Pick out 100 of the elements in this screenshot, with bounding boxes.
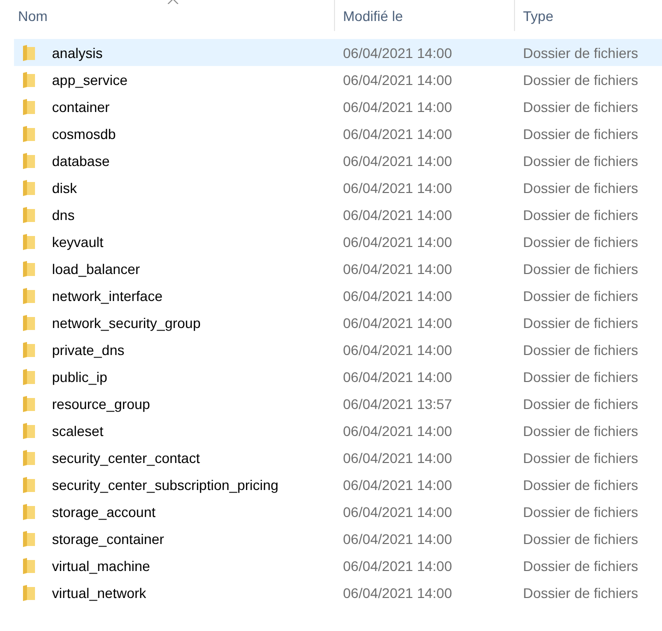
file-name: security_center_contact bbox=[52, 450, 200, 466]
file-row[interactable]: dns 06/04/2021 14:00 Dossier de fichiers bbox=[14, 201, 662, 228]
file-type: Dossier de fichiers bbox=[523, 234, 638, 250]
file-type: Dossier de fichiers bbox=[523, 44, 638, 60]
folder-icon bbox=[22, 342, 36, 358]
modified-date: 06/04/2021 14:00 bbox=[343, 126, 452, 142]
file-name: storage_container bbox=[52, 530, 164, 546]
file-name: scaleset bbox=[52, 422, 104, 438]
modified-date: 06/04/2021 13:57 bbox=[343, 396, 452, 412]
folder-icon bbox=[22, 234, 36, 250]
file-name: network_security_group bbox=[52, 314, 201, 330]
modified-date: 06/04/2021 14:00 bbox=[343, 44, 452, 60]
folder-icon bbox=[22, 206, 36, 222]
folder-icon bbox=[22, 504, 36, 520]
folder-icon bbox=[22, 368, 36, 384]
modified-date: 06/04/2021 14:00 bbox=[343, 180, 452, 196]
file-row[interactable]: security_center_contact 06/04/2021 14:00 Dossier de fichiers bbox=[14, 444, 662, 471]
file-row[interactable]: virtual_machine 06/04/2021 14:00 Dossier de fichiers bbox=[14, 552, 662, 579]
file-type: Dossier de fichiers bbox=[523, 422, 638, 438]
file-row[interactable]: analysis 06/04/2021 14:00 Dossier de fichiers bbox=[14, 39, 662, 66]
folder-icon bbox=[22, 260, 36, 276]
file-type: Dossier de fichiers bbox=[523, 314, 638, 330]
folder-icon bbox=[22, 396, 36, 412]
folder-icon bbox=[22, 98, 36, 114]
modified-date: 06/04/2021 14:00 bbox=[343, 450, 452, 466]
modified-date: 06/04/2021 14:00 bbox=[343, 98, 452, 114]
file-row[interactable]: network_interface 06/04/2021 14:00 Dossier de fichiers bbox=[14, 282, 662, 309]
modified-date: 06/04/2021 14:00 bbox=[343, 314, 452, 330]
file-row[interactable]: keyvault 06/04/2021 14:00 Dossier de fichiers bbox=[14, 228, 662, 255]
file-type: Dossier de fichiers bbox=[523, 530, 638, 546]
modified-date: 06/04/2021 14:00 bbox=[343, 342, 452, 358]
modified-date: 06/04/2021 14:00 bbox=[343, 206, 452, 222]
file-type: Dossier de fichiers bbox=[523, 288, 638, 304]
file-name: keyvault bbox=[52, 234, 104, 250]
file-row[interactable]: container 06/04/2021 14:00 Dossier de fichiers bbox=[14, 93, 662, 120]
file-row[interactable]: storage_container 06/04/2021 14:00 Dossier de fichiers bbox=[14, 525, 662, 552]
file-row[interactable]: security_center_subscription_pricing 06/04/2021 14:00 Dossier de fichiers bbox=[14, 471, 662, 498]
modified-date: 06/04/2021 14:00 bbox=[343, 234, 452, 250]
file-name: security_center_subscription_pricing bbox=[52, 476, 278, 492]
file-type: Dossier de fichiers bbox=[523, 342, 638, 358]
modified-date: 06/04/2021 14:00 bbox=[343, 422, 452, 438]
file-name: analysis bbox=[52, 44, 103, 60]
modified-date: 06/04/2021 14:00 bbox=[343, 504, 452, 520]
file-name: virtual_network bbox=[52, 584, 146, 600]
folder-icon bbox=[22, 422, 36, 438]
file-name: public_ip bbox=[52, 368, 108, 384]
file-type: Dossier de fichiers bbox=[523, 72, 638, 88]
modified-date: 06/04/2021 14:00 bbox=[343, 368, 452, 384]
column-header[interactable]: Type bbox=[523, 8, 554, 24]
file-row[interactable]: app_service 06/04/2021 14:00 Dossier de fichiers bbox=[14, 66, 662, 93]
file-type: Dossier de fichiers bbox=[523, 558, 638, 574]
folder-icon bbox=[22, 530, 36, 546]
column-header[interactable]: Nom bbox=[18, 8, 48, 24]
file-name: resource_group bbox=[52, 396, 150, 412]
column-header[interactable]: Modifié le bbox=[343, 8, 403, 24]
folder-icon bbox=[22, 126, 36, 142]
file-type: Dossier de fichiers bbox=[523, 206, 638, 222]
folder-icon bbox=[22, 152, 36, 168]
file-name: private_dns bbox=[52, 342, 124, 358]
modified-date: 06/04/2021 14:00 bbox=[343, 72, 452, 88]
modified-date: 06/04/2021 14:00 bbox=[343, 558, 452, 574]
file-row[interactable]: scaleset 06/04/2021 14:00 Dossier de fichiers bbox=[14, 417, 662, 444]
file-type: Dossier de fichiers bbox=[523, 450, 638, 466]
file-type: Dossier de fichiers bbox=[523, 260, 638, 276]
folder-icon bbox=[22, 288, 36, 304]
file-row[interactable]: cosmosdb 06/04/2021 14:00 Dossier de fichiers bbox=[14, 120, 662, 147]
folder-icon bbox=[22, 44, 36, 60]
file-type: Dossier de fichiers bbox=[523, 368, 638, 384]
file-row[interactable]: load_balancer 06/04/2021 14:00 Dossier de fichiers bbox=[14, 255, 662, 282]
sort-caret-icon bbox=[167, 0, 179, 4]
modified-date: 06/04/2021 14:00 bbox=[343, 584, 452, 600]
folder-icon bbox=[22, 314, 36, 330]
file-name: database bbox=[52, 152, 110, 168]
file-type: Dossier de fichiers bbox=[523, 126, 638, 142]
file-row[interactable]: resource_group 06/04/2021 13:57 Dossier de fichiers bbox=[14, 390, 662, 417]
modified-date: 06/04/2021 14:00 bbox=[343, 260, 452, 276]
file-name: storage_account bbox=[52, 504, 156, 520]
file-row[interactable]: database 06/04/2021 14:00 Dossier de fichiers bbox=[14, 147, 662, 174]
file-row[interactable]: storage_account 06/04/2021 14:00 Dossier de fichiers bbox=[14, 498, 662, 525]
file-name: network_interface bbox=[52, 288, 163, 304]
file-row[interactable]: network_security_group 06/04/2021 14:00 Dossier de fichiers bbox=[14, 309, 662, 336]
file-row[interactable]: virtual_network 06/04/2021 14:00 Dossier de fichiers bbox=[14, 579, 662, 606]
modified-date: 06/04/2021 14:00 bbox=[343, 288, 452, 304]
file-name: disk bbox=[52, 180, 77, 196]
file-type: Dossier de fichiers bbox=[523, 476, 638, 492]
folder-icon bbox=[22, 450, 36, 466]
folder-icon bbox=[22, 180, 36, 196]
file-type: Dossier de fichiers bbox=[523, 98, 638, 114]
file-type: Dossier de fichiers bbox=[523, 180, 638, 196]
folder-icon bbox=[22, 72, 36, 88]
file-row[interactable]: public_ip 06/04/2021 14:00 Dossier de fichiers bbox=[14, 363, 662, 390]
file-row[interactable]: private_dns 06/04/2021 14:00 Dossier de fichiers bbox=[14, 336, 662, 363]
file-name: container bbox=[52, 98, 110, 114]
file-name: load_balancer bbox=[52, 260, 140, 276]
file-type: Dossier de fichiers bbox=[523, 584, 638, 600]
modified-date: 06/04/2021 14:00 bbox=[343, 476, 452, 492]
file-name: dns bbox=[52, 206, 75, 222]
folder-icon bbox=[22, 584, 36, 600]
file-type: Dossier de fichiers bbox=[523, 152, 638, 168]
file-row[interactable]: disk 06/04/2021 14:00 Dossier de fichiers bbox=[14, 174, 662, 201]
